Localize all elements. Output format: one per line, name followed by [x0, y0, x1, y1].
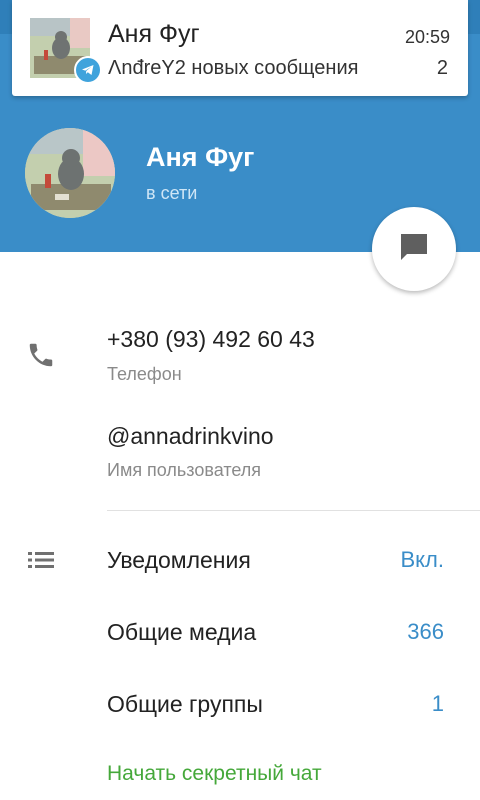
shared-groups-label: Общие группы: [107, 691, 263, 717]
shared-groups-count: 1: [431, 691, 444, 716]
shared-media-count: 366: [407, 619, 444, 644]
phone-label: Телефон: [107, 364, 182, 384]
notification-title: Аня Фуг: [108, 20, 200, 48]
telegram-icon: [74, 56, 102, 84]
notification-time: 20:59: [404, 27, 450, 47]
chat-bubble-icon: [398, 231, 430, 268]
notifications-value: Вкл.: [400, 547, 445, 572]
notification-count: 2: [436, 57, 448, 79]
username[interactable]: @annadrinkvino: [107, 423, 274, 450]
section-divider: [107, 510, 480, 511]
shared-media-label: Общие медиа: [107, 619, 257, 645]
notification-text: ΛnđreY2 новых сообщения: [108, 57, 359, 79]
phone-icon: [26, 340, 56, 375]
notifications-label: Уведомления: [107, 547, 251, 573]
contact-status: в сети: [146, 183, 198, 203]
open-chat-button[interactable]: [372, 207, 456, 291]
username-label: Имя пользователя: [107, 460, 262, 480]
phone-number[interactable]: +380 (93) 492 60 43: [107, 326, 315, 353]
notification-card[interactable]: Аня Фуг 20:59 ΛnđreY2 новых сообщения 2: [12, 0, 468, 96]
list-icon: [28, 549, 56, 576]
avatar[interactable]: [25, 128, 115, 218]
start-secret-chat-button[interactable]: Начать секретный чат: [107, 762, 322, 786]
contact-name: Аня Фуг: [146, 142, 255, 172]
